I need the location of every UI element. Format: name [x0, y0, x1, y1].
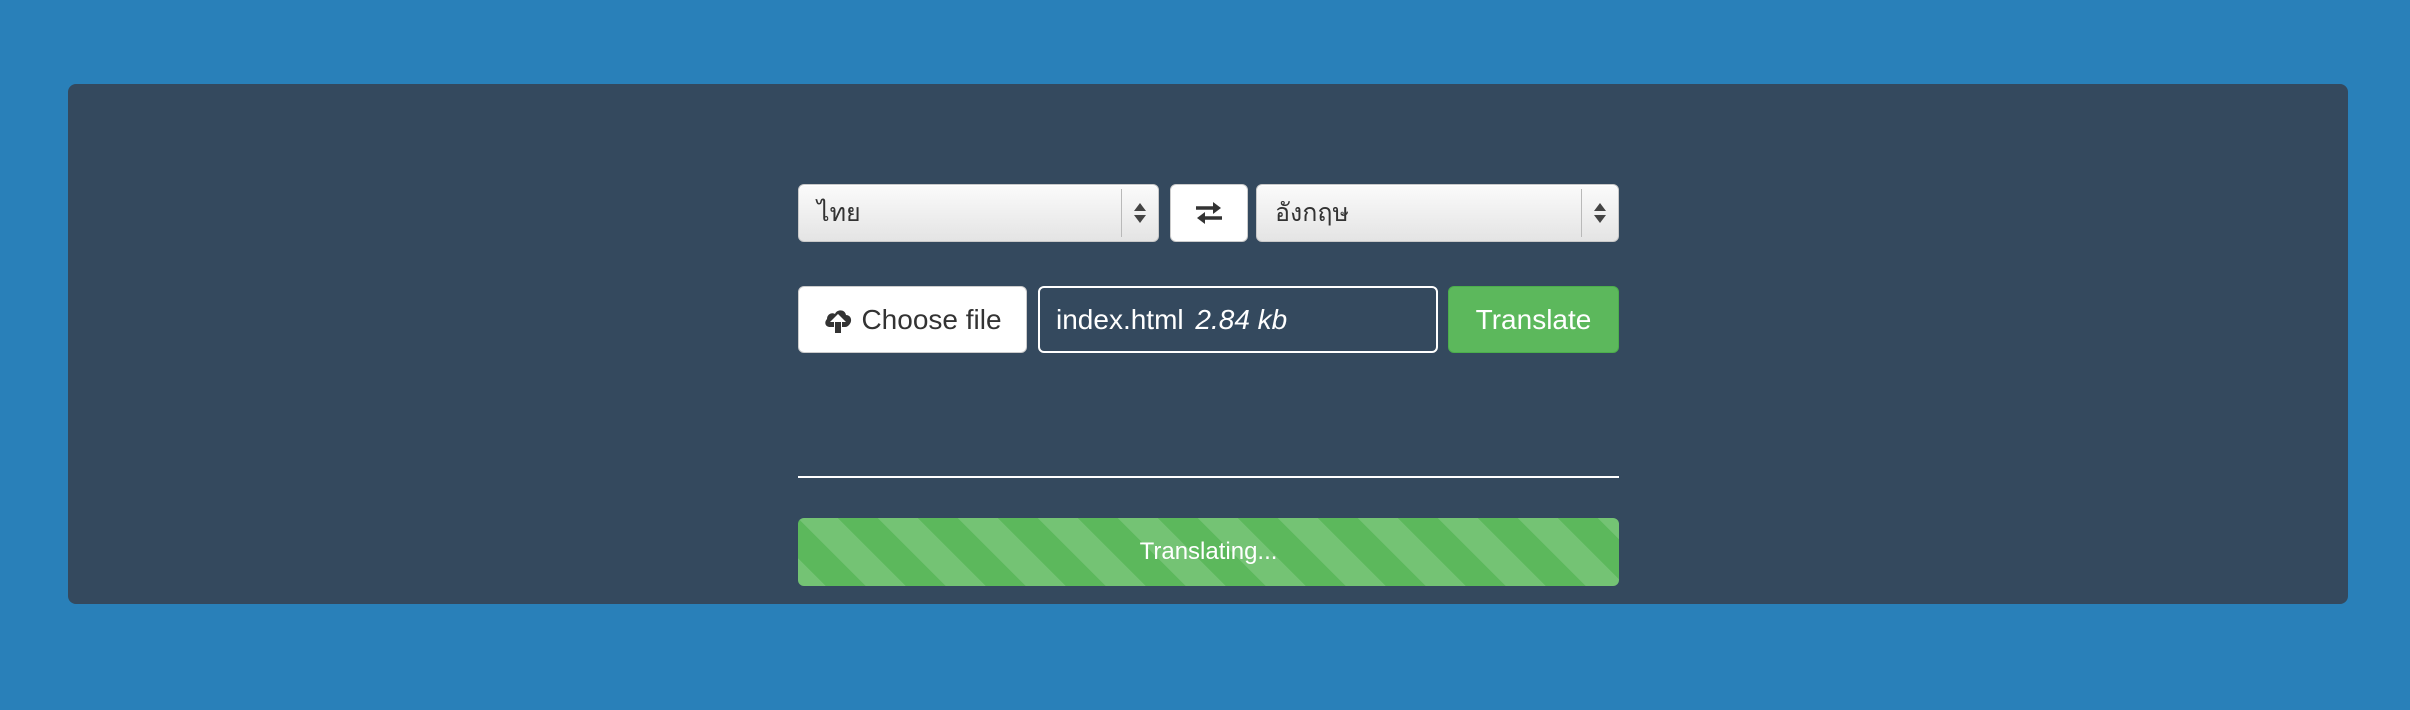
progress-label: Translating...: [1139, 538, 1278, 565]
choose-file-label: Choose file: [861, 303, 1002, 335]
translator-form: ไทย อังกฤษ Choose file index.html 2.84 k…: [730, 184, 1619, 586]
select-arrows-icon: [1121, 189, 1158, 237]
file-name: index.html: [1056, 304, 1184, 335]
translation-progress: Translating...: [798, 518, 1619, 586]
target-language-select[interactable]: อังกฤษ: [1256, 184, 1619, 242]
file-size: 2.84 kb: [1195, 304, 1288, 335]
source-language-select[interactable]: ไทย: [798, 184, 1159, 242]
progress-bar: Translating...: [798, 518, 1619, 586]
swap-languages-button[interactable]: [1170, 184, 1248, 242]
source-language-value: ไทย: [817, 198, 861, 227]
divider: [798, 476, 1619, 478]
translator-panel: ไทย อังกฤษ Choose file index.html 2.84 k…: [68, 84, 2348, 604]
cloud-upload-icon: [825, 309, 852, 333]
select-arrows-icon: [1581, 189, 1618, 237]
file-row: Choose file index.html 2.84 kb Translate: [730, 286, 1619, 354]
swap-arrows-icon: [1196, 202, 1222, 224]
target-language-value: อังกฤษ: [1275, 198, 1349, 227]
translate-button[interactable]: Translate: [1448, 286, 1619, 353]
language-row: ไทย อังกฤษ: [730, 184, 1619, 244]
selected-file-display: index.html 2.84 kb: [1038, 286, 1438, 353]
choose-file-button[interactable]: Choose file: [798, 286, 1027, 353]
